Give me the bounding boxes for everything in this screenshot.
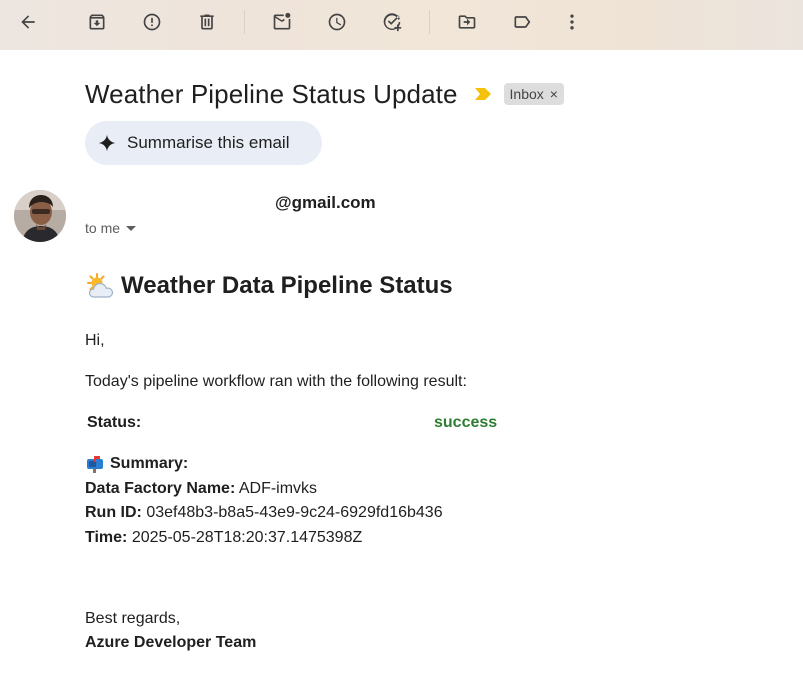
archive-button[interactable] (79, 6, 115, 38)
sparkle-icon (98, 134, 116, 152)
field-label: Data Factory Name: (85, 480, 236, 497)
snooze-button[interactable] (319, 6, 355, 38)
intro-text: Today's pipeline workflow ran with the f… (85, 373, 467, 390)
subject-row: Weather Pipeline Status Update Inbox × (85, 76, 564, 112)
mark-unread-button[interactable] (264, 6, 300, 38)
status-label: Status: (87, 414, 142, 431)
importance-marker-icon[interactable] (474, 86, 494, 102)
field-data-factory: Data Factory Name: ADF-imvks (85, 480, 317, 498)
delete-button[interactable] (189, 6, 225, 38)
field-label: Run ID: (85, 504, 142, 521)
field-value: 2025-05-28T18:20:37.1475398Z (131, 529, 363, 546)
label-icon (514, 16, 531, 28)
sun-behind-cloud-icon (87, 273, 114, 298)
label-button[interactable] (504, 6, 540, 38)
field-run-id: Run ID: 03ef48b3-b8a5-43e9-9c24-6929fd16… (85, 504, 443, 522)
add-task-icon (383, 13, 402, 32)
mark-unread-icon (273, 12, 291, 30)
summarise-button[interactable]: Summarise this email (85, 121, 322, 165)
status-value: success (434, 414, 498, 431)
recipient-details-toggle[interactable]: to me (85, 220, 137, 236)
move-to-button[interactable] (449, 6, 485, 38)
recipient-label: to me (85, 220, 121, 236)
snooze-icon (328, 13, 346, 31)
sender-avatar[interactable] (14, 190, 66, 242)
more-options-icon (570, 14, 574, 30)
mailbox-icon (87, 456, 103, 473)
toolbar-divider (244, 10, 245, 34)
field-value: ADF-imvks (238, 480, 318, 497)
more-options-button[interactable] (554, 6, 590, 38)
delete-icon (200, 14, 214, 30)
summarise-label: Summarise this email (127, 133, 290, 152)
report-spam-icon (143, 13, 161, 31)
add-task-button[interactable] (374, 6, 410, 38)
field-time: Time: 2025-05-28T18:20:37.1475398Z (85, 529, 362, 547)
closing-text: Best regards, (85, 610, 181, 627)
archive-icon (89, 14, 105, 30)
back-arrow-icon (21, 15, 35, 29)
message-title: Weather Data Pipeline Status (85, 272, 453, 300)
field-value: 03ef48b3-b8a5-43e9-9c24-6929fd16b436 (146, 504, 443, 521)
message-title-text: Weather Data Pipeline Status (121, 272, 453, 299)
email-subject: Weather Pipeline Status Update (85, 78, 458, 109)
chevron-down-icon (126, 226, 137, 231)
greeting-text: Hi, (85, 332, 105, 349)
inbox-label-chip: Inbox × (503, 83, 564, 105)
sender-email: @gmail.com (275, 193, 376, 212)
signature-text: Azure Developer Team (85, 634, 257, 651)
email-toolbar (0, 0, 803, 50)
summary-heading: Summary: (85, 455, 188, 473)
summary-heading-text: Summary: (110, 455, 189, 472)
remove-label-button[interactable]: × (550, 86, 558, 102)
field-label: Time: (85, 529, 128, 546)
move-to-icon (458, 15, 476, 29)
report-spam-button[interactable] (134, 6, 170, 38)
back-button[interactable] (10, 6, 46, 38)
label-chip-text: Inbox (509, 86, 544, 102)
toolbar-divider (429, 10, 430, 34)
